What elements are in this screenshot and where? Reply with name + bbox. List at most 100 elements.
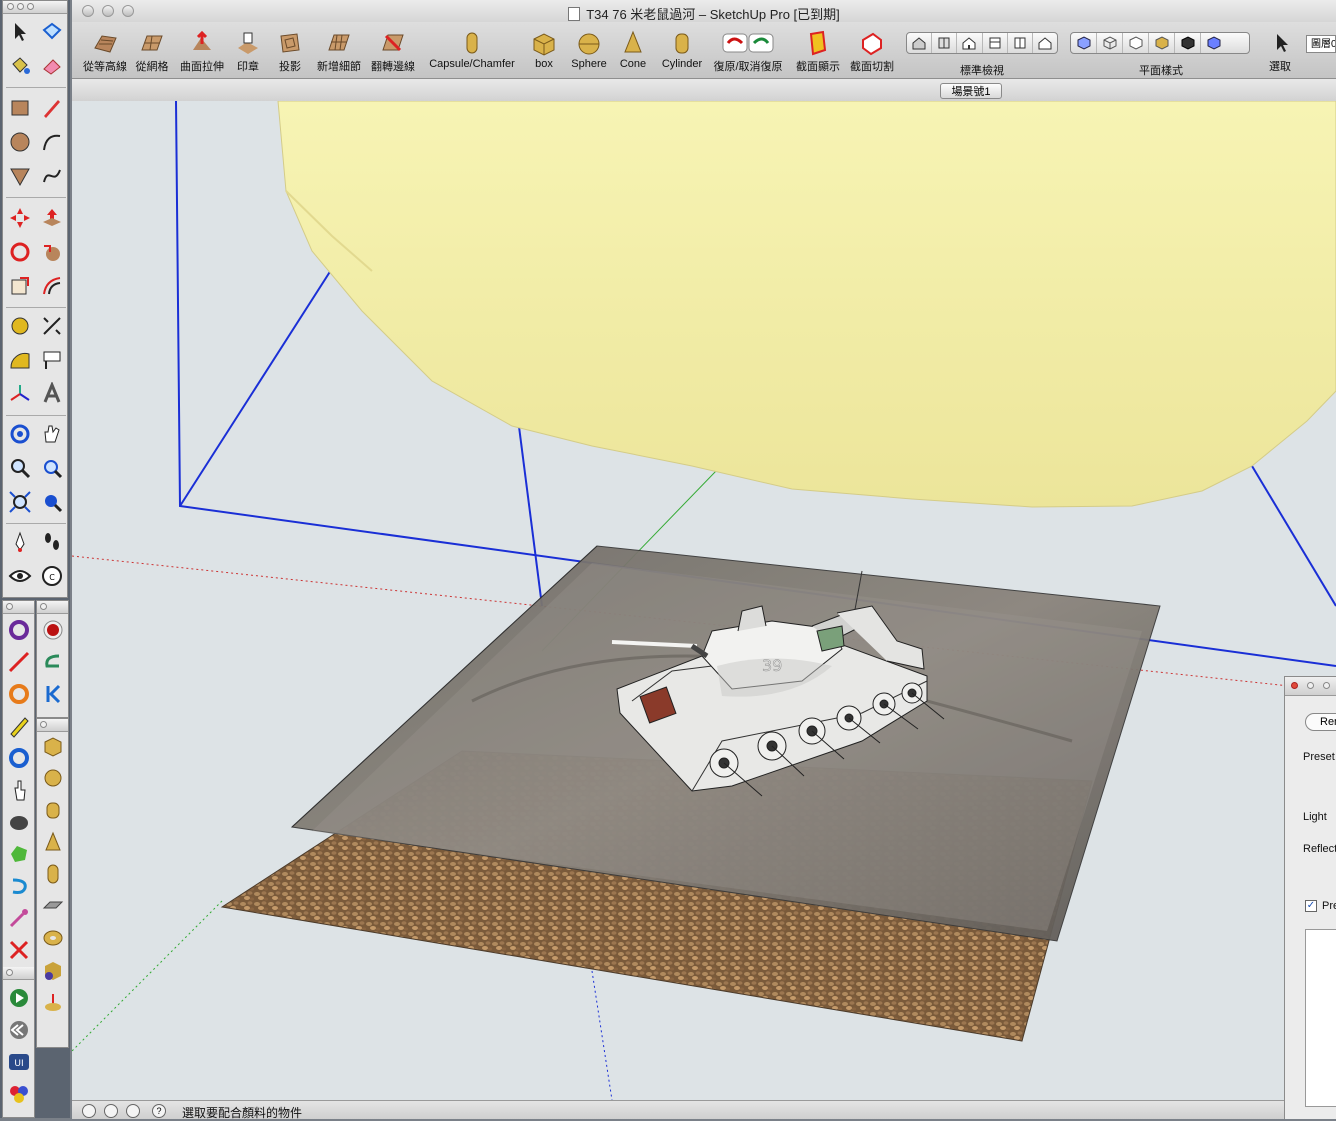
- curve-arrow-icon[interactable]: [38, 647, 68, 677]
- step-back-icon[interactable]: [38, 679, 68, 709]
- zoom-window-icon[interactable]: [37, 453, 67, 483]
- top-view-icon[interactable]: [932, 33, 958, 53]
- cylinder-button[interactable]: Cylinder: [656, 30, 708, 70]
- shape-pyramid-icon[interactable]: [38, 987, 68, 1017]
- scale-icon[interactable]: [5, 271, 35, 301]
- walk-footprints-icon[interactable]: [37, 527, 67, 557]
- layer-select[interactable]: 圖層0: [1306, 35, 1336, 53]
- undo-redo-button[interactable]: 復原/取消復原: [712, 30, 784, 74]
- shape-plane-icon[interactable]: [38, 891, 68, 921]
- dialog-zoom-button[interactable]: [1323, 682, 1330, 689]
- box-button[interactable]: box: [528, 30, 560, 70]
- pencil-line-icon[interactable]: [37, 93, 67, 123]
- yellow-pencil-icon[interactable]: [4, 711, 34, 741]
- dialog-close-button[interactable]: [1291, 682, 1298, 689]
- line-tool-icon[interactable]: [4, 647, 34, 677]
- shape-capsule-icon[interactable]: [38, 859, 68, 889]
- ui-badge-icon[interactable]: UI: [4, 1047, 34, 1077]
- push-pull-icon[interactable]: [37, 203, 67, 233]
- freehand-icon[interactable]: [37, 161, 67, 191]
- eraser-icon[interactable]: [37, 51, 67, 81]
- stamp-button[interactable]: 印章: [232, 30, 264, 74]
- text-label-icon[interactable]: [37, 345, 67, 375]
- smoove-button[interactable]: 曲面拉伸: [176, 30, 228, 74]
- rectangle-icon[interactable]: [5, 93, 35, 123]
- pink-wand-icon[interactable]: [4, 903, 34, 933]
- front-view-icon[interactable]: [957, 33, 983, 53]
- red-cross-icon[interactable]: [4, 935, 34, 965]
- axes-icon[interactable]: [5, 379, 35, 409]
- magnet-curve-icon[interactable]: [4, 871, 34, 901]
- section-cut-button[interactable]: 截面切割: [848, 30, 896, 74]
- sync-blue-icon[interactable]: [4, 743, 34, 773]
- shape-cylinder-icon[interactable]: [38, 795, 68, 825]
- shape-torus-icon[interactable]: [38, 923, 68, 953]
- zoom-icon[interactable]: [5, 453, 35, 483]
- paint-bucket-icon[interactable]: [5, 51, 35, 81]
- preview-checkbox[interactable]: ✓: [1305, 900, 1317, 912]
- position-camera-icon[interactable]: [5, 527, 35, 557]
- shape-cone-icon[interactable]: [38, 827, 68, 857]
- select-tool-icon[interactable]: [5, 17, 35, 47]
- left-view-icon[interactable]: [1033, 33, 1057, 53]
- help-icon[interactable]: ?: [152, 1104, 166, 1118]
- rotate-orange-icon[interactable]: [4, 679, 34, 709]
- tape-measure-icon[interactable]: [5, 311, 35, 341]
- sphere-button[interactable]: Sphere: [566, 30, 612, 70]
- dialog-minimize-button[interactable]: [1307, 682, 1314, 689]
- pointer-hand-icon[interactable]: [4, 775, 34, 805]
- shaded-textures-style-icon[interactable]: [1175, 33, 1201, 53]
- dimension-icon[interactable]: [37, 311, 67, 341]
- arc-icon[interactable]: [37, 127, 67, 157]
- green-shape-icon[interactable]: [4, 839, 34, 869]
- section-display-button[interactable]: 截面顯示: [794, 30, 842, 74]
- right-view-icon[interactable]: [983, 33, 1008, 53]
- rewind-gray-icon[interactable]: [4, 1015, 34, 1045]
- redo-arrow-icon[interactable]: [4, 615, 34, 645]
- wireframe-style-icon[interactable]: [1097, 33, 1123, 53]
- play-green-icon[interactable]: [4, 983, 34, 1013]
- scene-tab[interactable]: 場景號1: [940, 83, 1002, 99]
- iso-view-icon[interactable]: [907, 33, 933, 53]
- drape-button[interactable]: 投影: [274, 30, 306, 74]
- geo-location-icon[interactable]: [82, 1104, 96, 1118]
- zoom-extents-icon[interactable]: [5, 487, 35, 517]
- rotate-icon[interactable]: [5, 237, 35, 267]
- shape-box-icon[interactable]: [38, 731, 68, 761]
- 3d-text-icon[interactable]: [37, 379, 67, 409]
- polygon-icon[interactable]: [5, 161, 35, 191]
- cone-button[interactable]: Cone: [616, 30, 650, 70]
- 3d-viewport[interactable]: 39: [72, 101, 1336, 1100]
- orbit-icon[interactable]: [5, 419, 35, 449]
- shape-sphere-icon[interactable]: [38, 763, 68, 793]
- color-cluster-icon[interactable]: [4, 1079, 34, 1109]
- shape-helix-icon[interactable]: [38, 955, 68, 985]
- monochrome-style-icon[interactable]: [1201, 33, 1226, 53]
- svg-text:UI: UI: [14, 1059, 23, 1069]
- section-plane-icon[interactable]: C: [37, 561, 67, 591]
- offset-icon[interactable]: [37, 271, 67, 301]
- make-component-icon[interactable]: [37, 17, 67, 47]
- from-scratch-button[interactable]: 從網格: [132, 30, 172, 74]
- record-icon[interactable]: [38, 615, 68, 645]
- render-button[interactable]: Render: [1305, 713, 1336, 731]
- select-button[interactable]: 選取: [1268, 30, 1292, 74]
- circle-icon[interactable]: [5, 127, 35, 157]
- xray-style-icon[interactable]: [1071, 33, 1097, 53]
- dark-circle-icon[interactable]: [4, 807, 34, 837]
- follow-me-icon[interactable]: [37, 237, 67, 267]
- protractor-icon[interactable]: [5, 345, 35, 375]
- capsule-chamfer-button[interactable]: Capsule/Chamfer: [424, 30, 520, 70]
- pan-hand-icon[interactable]: [37, 419, 67, 449]
- look-around-eye-icon[interactable]: [5, 561, 35, 591]
- shaded-style-icon[interactable]: [1149, 33, 1175, 53]
- flip-edge-button[interactable]: 翻轉邊線: [368, 30, 418, 74]
- move-icon[interactable]: [5, 203, 35, 233]
- from-contours-button[interactable]: 從等高線: [78, 30, 132, 74]
- user-icon[interactable]: [126, 1104, 140, 1118]
- credits-icon[interactable]: [104, 1104, 118, 1118]
- add-detail-button[interactable]: 新增細節: [314, 30, 364, 74]
- back-view-icon[interactable]: [1008, 33, 1033, 53]
- previous-view-icon[interactable]: [37, 487, 67, 517]
- hidden-line-style-icon[interactable]: [1123, 33, 1149, 53]
